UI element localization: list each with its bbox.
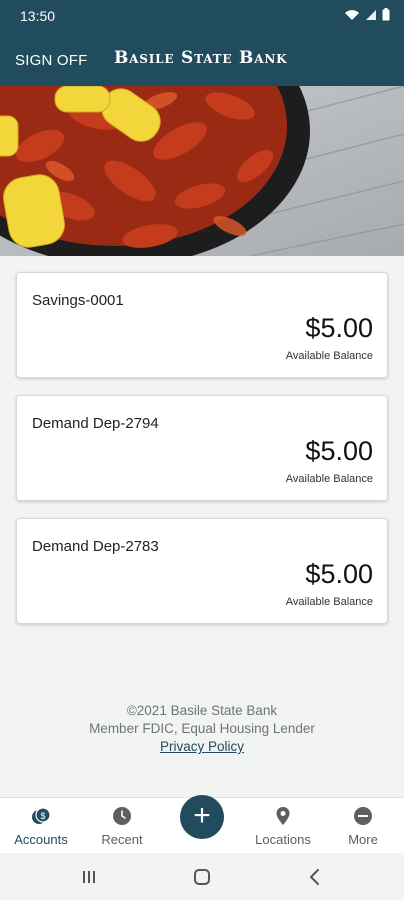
account-balance: $5.00 xyxy=(305,313,373,343)
copyright-text: ©2021 Basile State Bank xyxy=(126,703,278,718)
account-balance: $5.00 xyxy=(305,436,373,466)
more-icon xyxy=(354,807,372,825)
signal-icon xyxy=(366,10,376,20)
plus-icon: + xyxy=(193,799,211,832)
bottom-nav: $ Accounts Recent + Locations More xyxy=(0,795,404,854)
crawfish-boil-image xyxy=(0,86,404,256)
account-name: Demand Dep-2783 xyxy=(32,538,159,555)
nav-locations[interactable]: Locations xyxy=(243,798,323,854)
battery-icon xyxy=(382,8,390,21)
balance-label: Available Balance xyxy=(285,350,373,362)
add-button[interactable]: + xyxy=(180,795,224,839)
nav-more[interactable]: More xyxy=(323,798,403,854)
nav-label-locations: Locations xyxy=(255,832,311,847)
privacy-policy-link[interactable]: Privacy Policy xyxy=(160,738,244,756)
balance-label: Available Balance xyxy=(285,473,373,485)
back-icon[interactable] xyxy=(300,863,330,891)
status-icons xyxy=(344,8,390,21)
hero-image xyxy=(0,86,404,256)
account-card-demand-dep-2794[interactable]: Demand Dep-2794 $5.00 Available Balance xyxy=(16,395,388,501)
nav-recent[interactable]: Recent xyxy=(82,798,162,854)
wifi-icon xyxy=(345,10,359,20)
nav-label-accounts: Accounts xyxy=(14,832,68,847)
account-name: Savings-0001 xyxy=(32,292,124,309)
sign-off-button[interactable]: SIGN OFF xyxy=(15,52,87,69)
clock-icon xyxy=(113,807,131,825)
home-icon[interactable] xyxy=(187,863,217,891)
account-card-demand-dep-2783[interactable]: Demand Dep-2783 $5.00 Available Balance xyxy=(16,518,388,624)
account-card-savings-0001[interactable]: Savings-0001 $5.00 Available Balance xyxy=(16,272,388,378)
account-name: Demand Dep-2794 xyxy=(32,415,159,432)
status-bar: 13:50 xyxy=(0,0,404,32)
location-pin-icon xyxy=(276,807,290,825)
account-balance: $5.00 xyxy=(305,559,373,589)
nav-accounts[interactable]: $ Accounts xyxy=(1,798,81,854)
balance-label: Available Balance xyxy=(285,596,373,608)
app-header: SIGN OFF Basile State Bank xyxy=(0,32,404,86)
accounts-icon: $ xyxy=(32,807,51,824)
bank-title: Basile State Bank xyxy=(114,48,288,68)
member-fdic-text: Member FDIC, Equal Housing Lender xyxy=(89,721,315,736)
recent-apps-icon[interactable] xyxy=(74,863,104,891)
nav-label-more: More xyxy=(348,832,378,847)
footer: ©2021 Basile State Bank Member FDIC, Equ… xyxy=(0,702,404,756)
status-time: 13:50 xyxy=(20,8,56,24)
nav-label-recent: Recent xyxy=(101,832,143,847)
system-nav-bar xyxy=(0,853,404,900)
svg-text:$: $ xyxy=(40,811,45,821)
